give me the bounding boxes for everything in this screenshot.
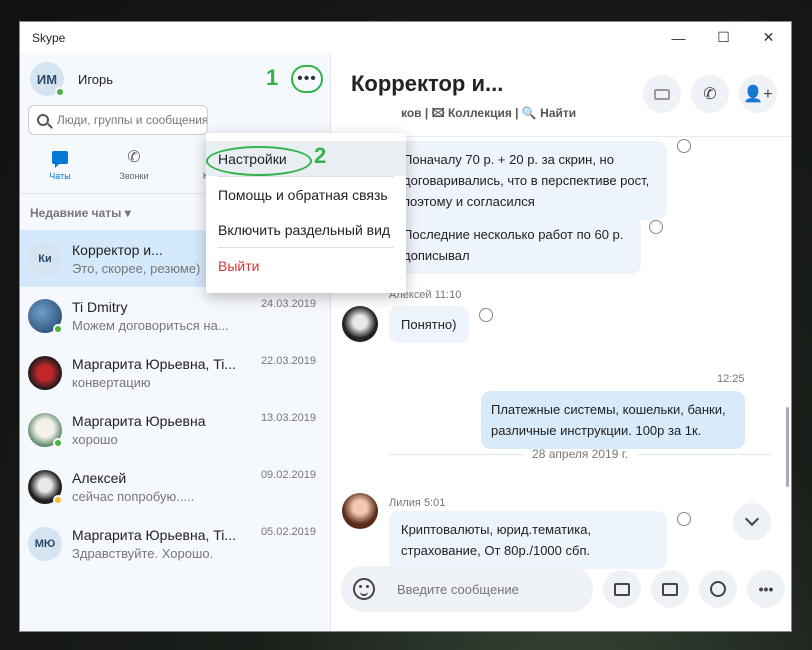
away-status-icon	[53, 494, 63, 505]
phone-icon: ✆	[703, 86, 717, 103]
ellipsis-icon: •••	[758, 581, 774, 597]
message-bubble[interactable]: Криптовалюты, юрид.тематика, страхование…	[389, 511, 667, 569]
tab-chats-label: Чаты	[49, 171, 71, 181]
online-status-icon	[53, 323, 63, 334]
audio-call-button[interactable]: ✆	[691, 75, 729, 113]
chat-item[interactable]: МЮ Маргарита Юрьевна, Ti... Здравствуйте…	[20, 515, 330, 572]
chat-name: Маргарита Юрьевна, Ti...	[72, 526, 237, 543]
avatar	[342, 493, 378, 529]
search-placeholder: Люди, группы и сообщения	[56, 113, 207, 127]
profile-bar: ИМ Игорь 1 •••	[20, 53, 330, 105]
chat-item[interactable]: Алексей сейчас попробую..... 09.02.2019	[20, 458, 330, 515]
chat-date: 24.03.2019	[260, 298, 316, 310]
conversation-title[interactable]: Корректор и...	[351, 71, 503, 97]
annotation-number-1: 1	[266, 65, 279, 90]
chat-name: Маргарита Юрьевна, Ti...	[72, 355, 237, 372]
avatar: МЮ	[28, 526, 62, 561]
reaction-icon[interactable]	[649, 220, 663, 234]
online-status-icon	[53, 437, 63, 448]
chat-date: 05.02.2019	[260, 526, 316, 538]
message-bubble-own[interactable]: Платежные системы, кошельки, банки, разл…	[481, 391, 745, 449]
message-bubble[interactable]: Последние несколько работ по 60 р. допис…	[389, 216, 641, 274]
title-bar: Skype — ☐ ✕	[20, 22, 791, 53]
minimize-button[interactable]: —	[656, 22, 701, 53]
search-icon	[37, 114, 49, 126]
menu-item-settings-label: Настройки	[218, 150, 287, 167]
online-status-icon	[55, 87, 65, 97]
phone-icon: ✆	[127, 149, 141, 166]
send-media-button[interactable]	[603, 570, 641, 608]
scrollbar[interactable]	[786, 407, 789, 487]
avatar	[28, 298, 63, 334]
chat-date: 22.03.2019	[260, 355, 316, 367]
menu-item-split-view[interactable]: Включить раздельный вид	[206, 212, 406, 247]
conversation-subtitle[interactable]: ков | 🖾 Коллекция | 🔍 Найти	[401, 104, 576, 125]
chat-item[interactable]: Маргарита Юрьевна, Ti... конвертацию 22.…	[20, 344, 330, 401]
message-composer: Введите сообщение •••	[341, 565, 791, 613]
chat-name: Ti Dmitry	[72, 298, 128, 315]
video-camera-icon	[654, 88, 670, 100]
tab-calls[interactable]: ✆ Звонки	[112, 147, 156, 181]
video-call-button[interactable]	[643, 75, 681, 113]
message-time: 12:25	[717, 373, 745, 385]
contact-card-icon	[662, 582, 678, 596]
maximize-button[interactable]: ☐	[701, 22, 746, 53]
poll-button[interactable]	[699, 570, 737, 608]
chat-name: Маргарита Юрьевна	[72, 412, 206, 429]
chat-item[interactable]: Ti Dmitry Можем договориться на... 24.03…	[20, 287, 330, 344]
reaction-icon[interactable]	[677, 512, 691, 526]
add-people-button[interactable]: 👤+	[739, 75, 777, 113]
avatar	[342, 306, 378, 342]
annotation-number-2: 2	[314, 143, 327, 168]
message-meta: Лилия 5:01	[389, 497, 446, 509]
chat-date: 13.03.2019	[260, 412, 316, 424]
chat-item[interactable]: Маргарита Юрьевна хорошо 13.03.2019	[20, 401, 330, 458]
chat-preview: сейчас попробую.....	[72, 488, 195, 504]
emoji-icon[interactable]	[353, 578, 375, 600]
chat-preview: Можем договориться на...	[72, 317, 229, 333]
reaction-icon[interactable]	[677, 139, 691, 153]
chat-icon	[52, 150, 68, 168]
conversation-header: Корректор и... ков | 🖾 Коллекция | 🔍 Най…	[331, 53, 791, 137]
menu-item-settings[interactable]: Настройки 2	[206, 141, 406, 176]
avatar: Ки	[28, 241, 62, 276]
more-options-menu: Настройки 2 Помощь и обратная связь Вклю…	[206, 133, 406, 293]
chat-preview: хорошо	[72, 431, 118, 447]
close-button[interactable]: ✕	[746, 22, 791, 53]
message-placeholder: Введите сообщение	[397, 581, 519, 597]
chat-date: 09.02.2019	[260, 469, 316, 481]
scroll-to-bottom-button[interactable]	[733, 503, 771, 541]
profile-name: Игорь	[78, 71, 114, 87]
date-separator: 28 апреля 2019 г.	[389, 447, 772, 461]
message-bubble[interactable]: Понятно)	[389, 306, 469, 343]
sidebar: ИМ Игорь 1 ••• Люди, группы и сообщения …	[20, 53, 406, 631]
menu-item-logout[interactable]: Выйти	[206, 248, 406, 283]
send-contact-button[interactable]	[651, 570, 689, 608]
reaction-icon[interactable]	[479, 308, 493, 322]
chat-preview: конвертацию	[72, 374, 151, 390]
avatar	[28, 355, 62, 390]
avatar	[28, 469, 63, 505]
skype-window: Skype — ☐ ✕ ИМ Игорь 1 ••• Люди, группы …	[19, 21, 792, 632]
profile-avatar[interactable]: ИМ	[30, 62, 65, 97]
ellipsis-icon: •••	[297, 70, 317, 87]
menu-item-help[interactable]: Помощь и обратная связь	[206, 177, 406, 212]
more-options-button[interactable]: •••	[291, 65, 323, 93]
image-icon	[614, 582, 630, 596]
avatar	[28, 412, 63, 448]
more-compose-options-button[interactable]: •••	[747, 570, 785, 608]
chat-preview: Здравствуйте. Хорошо.	[72, 545, 214, 561]
pie-chart-icon	[710, 581, 726, 597]
search-input[interactable]: Люди, группы и сообщения	[28, 105, 208, 135]
chat-name: Алексей	[72, 469, 127, 486]
message-input[interactable]: Введите сообщение	[341, 566, 593, 612]
tab-chats[interactable]: Чаты	[38, 147, 82, 181]
tab-calls-label: Звонки	[119, 171, 149, 181]
profile-initials: ИМ	[36, 71, 58, 87]
window-title: Skype	[32, 30, 66, 45]
chevron-down-icon	[744, 511, 760, 527]
date-separator-label: 28 апреля 2019 г.	[532, 447, 628, 461]
message-bubble[interactable]: Поначалу 70 р. + 20 р. за скрин, но дого…	[389, 141, 667, 220]
add-person-icon: 👤+	[743, 86, 773, 103]
